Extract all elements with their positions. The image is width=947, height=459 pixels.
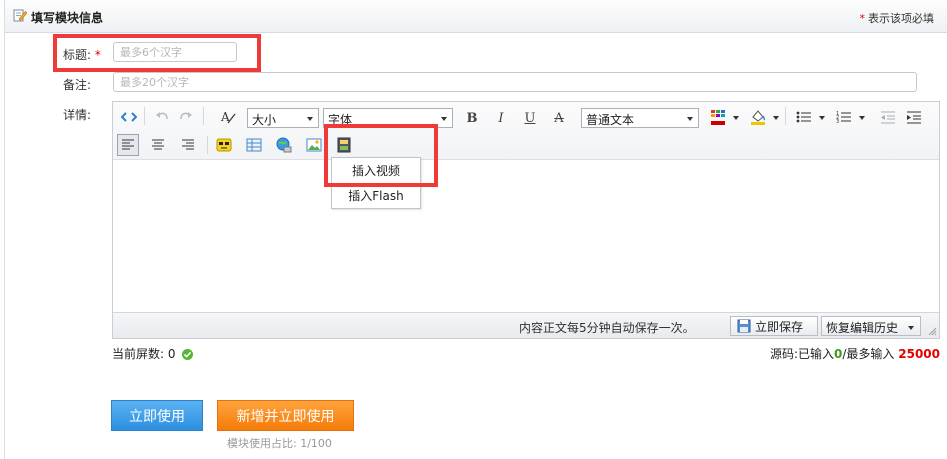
font-family-select[interactable]: 字体 [323,108,453,128]
floppy-disk-icon [737,319,751,333]
use-now-button[interactable]: 立即使用 [111,400,203,431]
insert-image-icon[interactable] [303,134,325,156]
title-label-text: 标题: [63,48,92,62]
align-right-icon[interactable] [177,134,199,156]
source-code-icon[interactable] [118,106,140,128]
numbered-list-dropdown-arrow[interactable] [859,116,865,120]
numbered-list-icon[interactable]: 123 [833,106,855,128]
clear-format-icon[interactable]: A [217,106,239,128]
bullet-list-dropdown-arrow[interactable] [819,116,825,120]
font-family-value: 字体 [328,113,353,127]
module-usage-ratio: 模块使用占比: 1/100 [227,437,332,450]
editor-statusbar: 内容正文每5分钟自动保存一次。 立即保存 恢复编辑历史 [113,312,939,338]
detail-label: 详情: [63,108,92,122]
title-label: 标题: * [63,46,101,63]
highlight-color-icon[interactable] [747,106,769,128]
ok-check-icon [182,349,194,360]
font-size-value: 大小 [252,113,277,127]
undo-icon[interactable] [151,106,173,128]
title-input[interactable] [113,42,237,62]
italic-button[interactable]: I [490,107,512,129]
restore-history-label: 恢复编辑历史 [826,321,899,335]
emoticon-icon[interactable] [213,134,235,156]
source-count-info: 源码:已输入0/最多输入 25000 [770,345,940,362]
font-color-icon[interactable] [707,106,729,128]
strikethrough-button[interactable]: A [548,107,570,129]
required-note: * 表示该项必填 [860,10,935,26]
autosave-note: 内容正文每5分钟自动保存一次。 [519,321,695,335]
link-globe-icon[interactable] [273,134,295,156]
restore-history-button[interactable]: 恢复编辑历史 [821,316,921,336]
align-center-icon[interactable] [147,134,169,156]
table-icon[interactable] [243,134,265,156]
screen-count-value: 0 [167,347,176,361]
save-now-label: 立即保存 [755,319,804,334]
bold-button[interactable]: B [461,107,483,129]
rich-text-editor: A 大小 字体 B I U A 普通文本 123 内容正文每5分钟自动保存一次。… [112,101,940,339]
toolbar-separator [144,107,145,125]
toolbar-separator [785,107,786,125]
chevron-down-icon [908,326,914,330]
editor-toolbar: A 大小 字体 B I U A 普通文本 123 [113,102,939,160]
source-max-count: 25000 [898,347,940,361]
screen-count-label: 当前屏数: [112,347,165,361]
title-required-star: * [94,48,101,62]
insert-video-icon[interactable] [333,134,355,156]
toolbar-separator [203,107,204,125]
font-size-select[interactable]: 大小 [247,108,319,128]
paragraph-format-value: 普通文本 [586,113,635,127]
underline-button[interactable]: U [519,107,541,129]
panel-header: 填写模块信息 * 表示该项必填 [5,0,947,33]
source-count-label: 源码:已输入 [769,347,835,361]
svg-text:3: 3 [836,119,839,124]
save-now-button[interactable]: 立即保存 [730,316,818,336]
screen-count-info: 当前屏数: 0 [112,345,194,362]
resize-handle-icon[interactable] [927,326,937,336]
menu-item-insert-video[interactable]: 插入视频 [332,159,420,183]
toolbar-separator [207,136,208,154]
menu-item-insert-flash[interactable]: 插入Flash [332,184,420,208]
edit-pencil-icon [13,9,27,22]
redo-icon[interactable] [175,106,197,128]
paragraph-format-select[interactable]: 普通文本 [581,108,699,128]
add-and-use-button[interactable]: 新增并立即使用 [217,400,354,431]
required-star: * [859,12,866,25]
highlight-color-dropdown-arrow[interactable] [773,116,779,120]
bullet-list-icon[interactable] [793,106,815,128]
required-note-text: 表示该项必填 [868,12,934,25]
video-insert-menu: 插入视频 插入Flash [331,157,421,209]
source-max-label: /最多输入 [842,347,895,361]
outdent-icon[interactable] [877,106,899,128]
editor-content-area[interactable] [113,160,939,312]
align-left-icon[interactable] [117,134,139,156]
remark-input[interactable] [113,72,917,92]
indent-icon[interactable] [903,106,925,128]
panel-title: 填写模块信息 [31,11,104,25]
font-color-dropdown-arrow[interactable] [733,116,739,120]
remark-label: 备注: [63,78,92,92]
